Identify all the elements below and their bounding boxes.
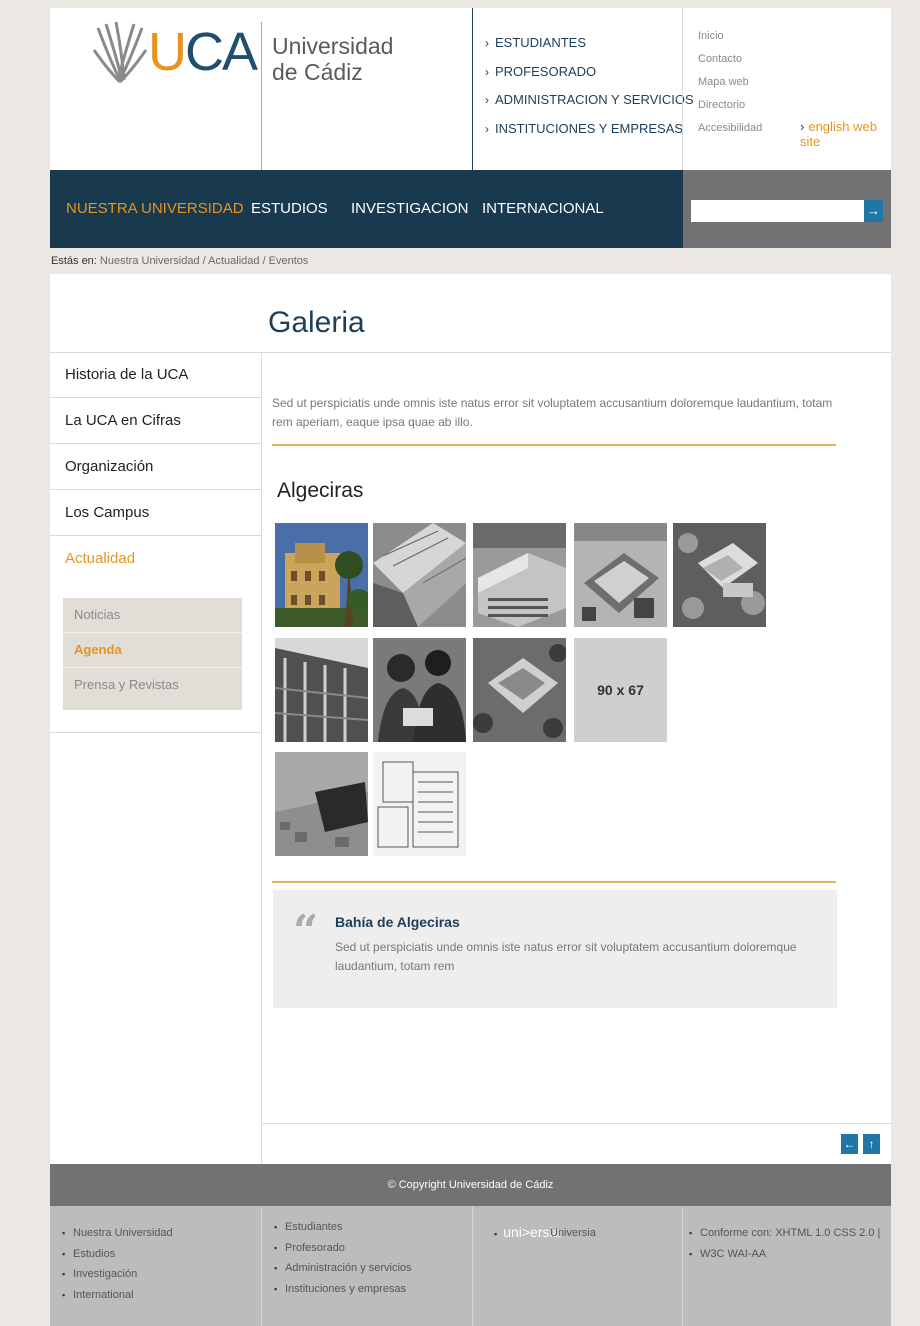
footer-divider	[472, 1206, 473, 1326]
subnav-item-agenda[interactable]: Agenda	[63, 633, 242, 668]
sidebar-item-historia[interactable]: Historia de la UCA	[50, 352, 261, 398]
page-title: Galeria	[268, 306, 365, 339]
footer-link[interactable]: Nuestra Universidad	[62, 1226, 173, 1247]
utility-menu: Inicio Contacto Mapa web Directorio Acce…	[698, 28, 762, 143]
gallery-thumb[interactable]	[473, 523, 566, 627]
footer-links-col1: Nuestra Universidad Estudios Investigaci…	[62, 1226, 173, 1308]
universia-label[interactable]: Universia	[550, 1227, 596, 1239]
audience-link-administracion[interactable]: › ADMINISTRACION Y SERVICIOS	[485, 90, 694, 119]
gallery-thumb[interactable]	[373, 638, 466, 742]
breadcrumb-label: Estás en:	[51, 255, 97, 267]
util-link-contacto[interactable]: Contacto	[698, 51, 762, 74]
nav-investigacion[interactable]: INVESTIGACION	[351, 200, 469, 217]
audience-link-profesorado[interactable]: › PROFESORADO	[485, 62, 694, 91]
university-name: Universidad de Cádiz	[272, 33, 394, 85]
gallery-thumb[interactable]	[275, 523, 368, 627]
gallery-thumb[interactable]	[373, 752, 466, 856]
subnav-item-prensa[interactable]: Prensa y Revistas	[63, 668, 242, 702]
search-bar: →	[683, 170, 891, 248]
footer-link[interactable]: Investigación	[62, 1267, 173, 1288]
search-submit-arrow-icon[interactable]: →	[864, 200, 883, 222]
quote-box: “ Bahía de Algeciras Sed ut perspiciatis…	[273, 890, 837, 1008]
audience-link-instituciones[interactable]: › INSTITUCIONES Y EMPRESAS	[485, 119, 694, 148]
footer-links-col2: Estudiantes Profesorado Administración y…	[274, 1220, 412, 1302]
sidebar-item-actualidad[interactable]: Actualidad	[50, 536, 261, 582]
sidebar-bottom-divider	[50, 732, 261, 733]
util-link-accesibilidad[interactable]: Accesibilidad	[698, 120, 762, 143]
intro-divider	[272, 444, 836, 446]
footer-link[interactable]: W3C WAI-AA	[689, 1247, 880, 1268]
util-link-mapa-web[interactable]: Mapa web	[698, 74, 762, 97]
page: UCA Universidad de Cádiz › ESTUDIANTES › P…	[50, 8, 891, 1326]
sidebar-item-organizacion[interactable]: Organización	[50, 444, 261, 490]
uca-logo[interactable]: UCA	[90, 16, 260, 96]
logo-wordmark: UCA	[148, 22, 258, 82]
footer-divider	[261, 1206, 262, 1326]
util-link-inicio[interactable]: Inicio	[698, 28, 762, 51]
header-divider-2	[472, 8, 473, 170]
footer-link[interactable]: Conforme con: XHTML 1.0 CSS 2.0 |	[689, 1226, 880, 1247]
gallery-title: Algeciras	[277, 479, 364, 502]
image-placeholder[interactable]: 90 x 67	[574, 638, 667, 742]
gallery-thumb[interactable]	[275, 752, 368, 856]
footer-link[interactable]: International	[62, 1288, 173, 1309]
footer-link[interactable]: Estudios	[62, 1247, 173, 1268]
sidebar-item-cifras[interactable]: La UCA en Cifras	[50, 398, 261, 444]
breadcrumb-path[interactable]: Nuestra Universidad / Actualidad / Event…	[100, 255, 309, 267]
footer-link[interactable]: Profesorado	[274, 1241, 412, 1262]
gallery-thumb[interactable]	[574, 523, 667, 627]
nav-internacional[interactable]: INTERNACIONAL	[482, 200, 604, 217]
header-divider-3	[682, 8, 683, 170]
search-input[interactable]	[691, 200, 865, 222]
gallery-thumb[interactable]	[473, 638, 566, 742]
quote-icon: “	[293, 906, 319, 957]
nav-estudios[interactable]: ESTUDIOS	[251, 200, 328, 217]
util-link-directorio[interactable]: Directorio	[698, 97, 762, 120]
sidebar-nav: Historia de la UCA La UCA en Cifras Orga…	[50, 352, 261, 582]
subnav-item-noticias[interactable]: Noticias	[63, 598, 242, 633]
prev-arrow-icon[interactable]: ←	[841, 1134, 858, 1154]
site-header: UCA Universidad de Cádiz › ESTUDIANTES › P…	[50, 8, 891, 170]
sidebar-subnav: Noticias Agenda Prensa y Revistas	[63, 598, 242, 710]
audience-link-estudiantes[interactable]: › ESTUDIANTES	[485, 33, 694, 62]
gallery-thumb[interactable]	[373, 523, 466, 627]
site-footer: Nuestra Universidad Estudios Investigaci…	[50, 1206, 891, 1326]
breadcrumb-bar: Estás en: Nuestra Universidad / Actualid…	[50, 248, 891, 274]
gallery-thumb[interactable]	[673, 523, 766, 627]
quote-title: Bahía de Algeciras	[335, 914, 460, 930]
main-nav: NUESTRA UNIVERSIDAD ESTUDIOS INVESTIGACI…	[50, 170, 683, 248]
uca-emblem-icon	[92, 21, 148, 84]
quote-text: Sed ut perspiciatis unde omnis iste natu…	[335, 940, 797, 973]
footer-link[interactable]: Estudiantes	[274, 1220, 412, 1241]
footer-link[interactable]: Administración y servicios	[274, 1261, 412, 1282]
header-divider	[261, 22, 262, 170]
audience-menu: › ESTUDIANTES › PROFESORADO › ADMINISTRACIO…	[485, 33, 694, 147]
gallery-thumb[interactable]	[275, 638, 368, 742]
breadcrumb: Estás en: Nuestra Universidad / Actualid…	[51, 255, 308, 267]
gallery-divider	[272, 881, 836, 883]
footer-link[interactable]: Instituciones y empresas	[274, 1282, 412, 1303]
nav-nuestra-universidad[interactable]: NUESTRA UNIVERSIDAD	[66, 200, 244, 217]
content-bottom-divider	[261, 1123, 891, 1124]
intro-text: Sed ut perspiciatis unde omnis iste natu…	[272, 396, 833, 429]
english-site-link[interactable]: › english web site	[800, 119, 891, 149]
copyright-bar: © Copyright Universidad de Cádiz	[50, 1164, 891, 1206]
footer-divider	[682, 1206, 683, 1326]
sidebar-item-campus[interactable]: Los Campus	[50, 490, 261, 536]
footer-links-col4: Conforme con: XHTML 1.0 CSS 2.0 | W3C WA…	[689, 1226, 880, 1267]
column-divider	[261, 352, 262, 1164]
back-to-top-arrow-icon[interactable]: ↑	[863, 1134, 880, 1154]
